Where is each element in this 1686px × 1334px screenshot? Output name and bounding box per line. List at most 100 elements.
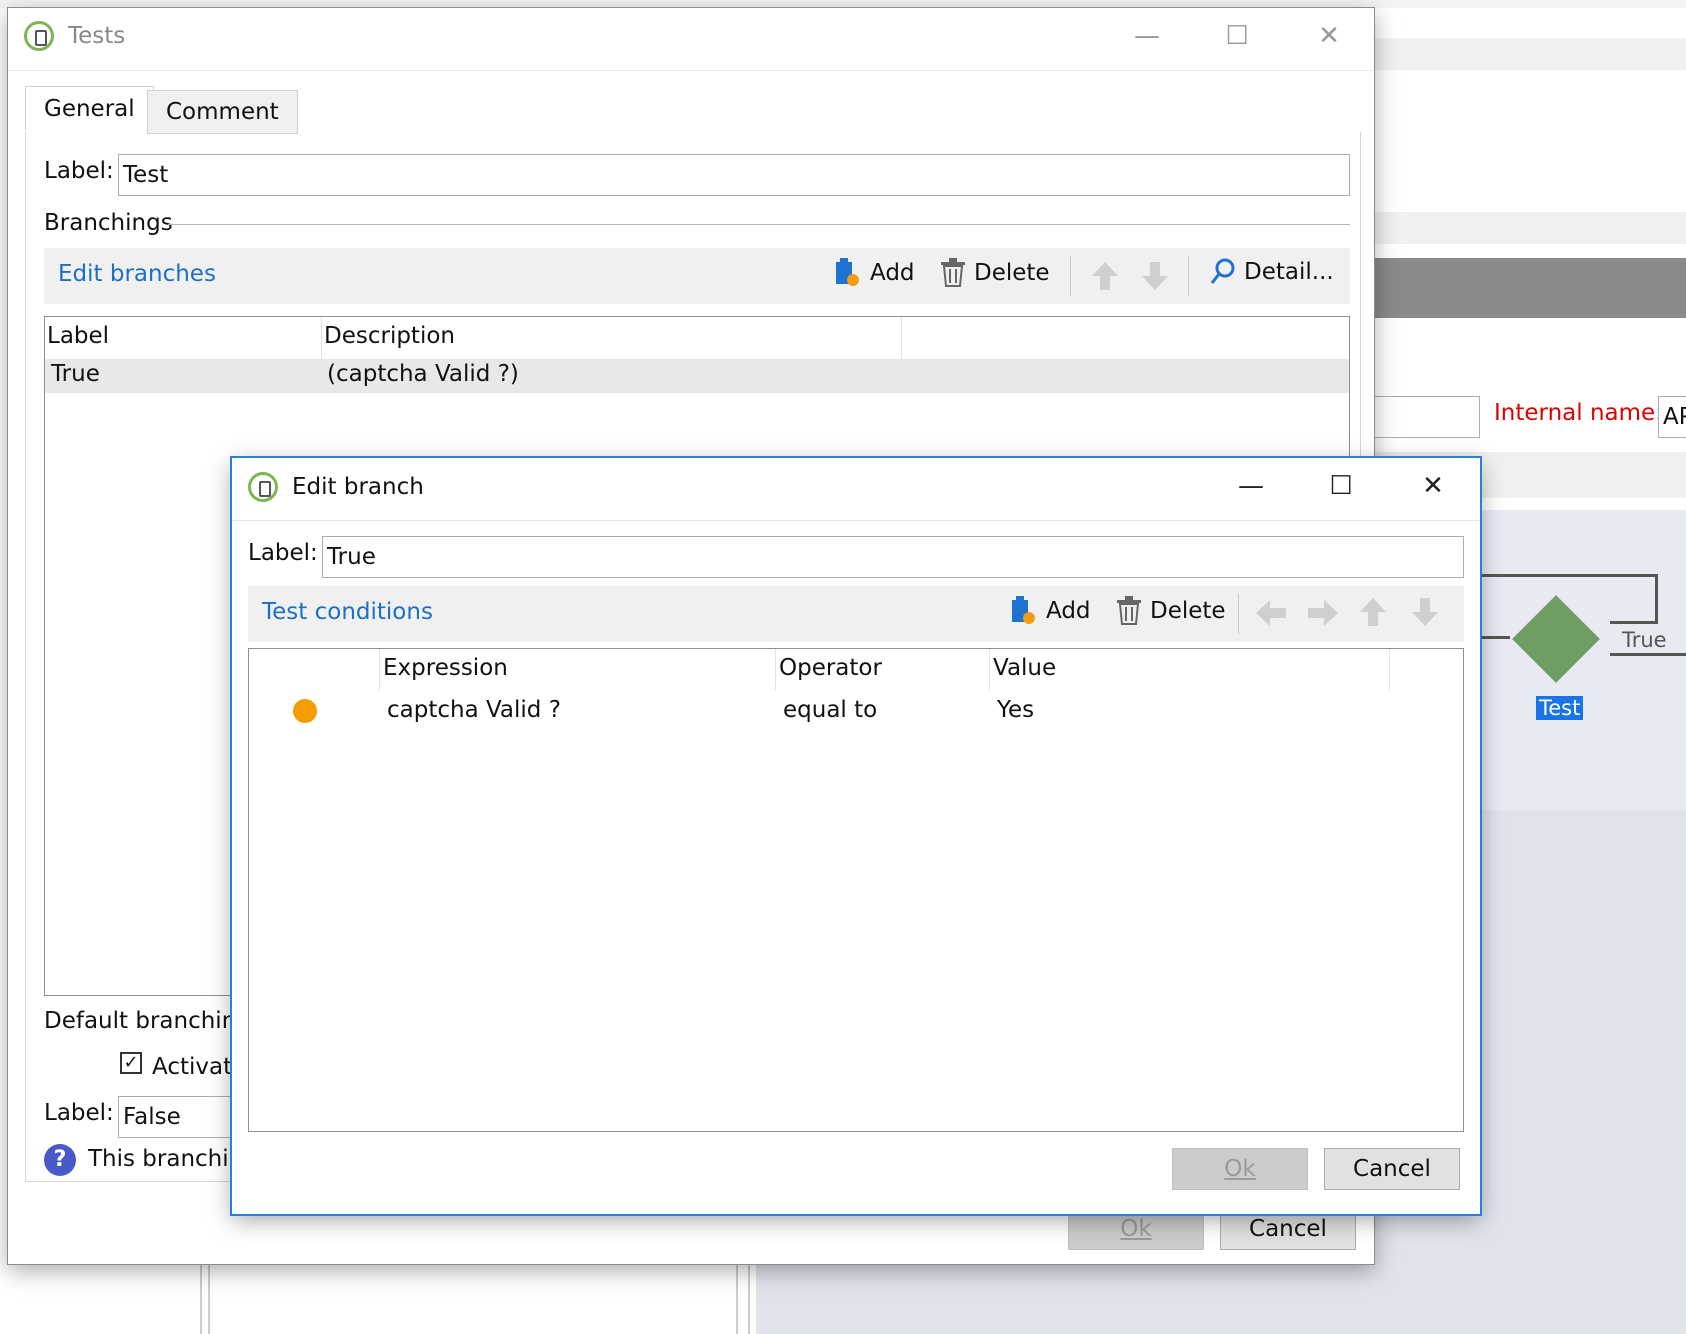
edit-branch-window: Edit branch — ☐ ✕ Label: True Test condi… — [232, 458, 1480, 1214]
tests-ok-button[interactable]: Ok — [1068, 1208, 1204, 1250]
tab-general[interactable]: General — [25, 86, 154, 130]
internal-name-value: AP — [1663, 404, 1686, 430]
move-down-icon[interactable] — [1140, 260, 1170, 292]
branches-toolbar: Edit branches Add Delete Detail... — [44, 248, 1350, 304]
column-header-label[interactable]: Label — [47, 323, 109, 349]
close-icon[interactable]: ✕ — [1398, 464, 1468, 508]
test-node-label[interactable]: Test — [1536, 696, 1584, 720]
connector-line — [1480, 574, 1658, 577]
add-condition-label: Add — [1046, 598, 1091, 624]
edit-branches-link[interactable]: Edit branches — [58, 261, 216, 287]
toolbar-separator — [1238, 594, 1239, 634]
top-strip — [0, 0, 1686, 8]
help-icon: ? — [44, 1144, 76, 1176]
true-branch-label: True — [1622, 628, 1667, 652]
label-input[interactable]: Test — [118, 154, 1350, 196]
panel-divider — [748, 1264, 750, 1334]
maximize-icon[interactable]: ☐ — [1306, 464, 1376, 508]
column-header-operator[interactable]: Operator — [779, 655, 882, 681]
delete-condition-label: Delete — [1150, 598, 1226, 624]
default-label-caption: Label: — [44, 1100, 114, 1126]
table-row[interactable]: True (captcha Valid ?) — [45, 359, 1349, 393]
label-caption: Label: — [44, 158, 114, 184]
delete-branch-button[interactable]: Delete — [940, 258, 1050, 288]
minimize-icon[interactable]: — — [1216, 464, 1286, 508]
connector-line — [1480, 636, 1510, 639]
app-logo-icon — [24, 21, 54, 51]
tests-window-title: Tests — [68, 23, 126, 49]
internal-name-field[interactable]: AP — [1658, 396, 1686, 438]
activate-checkbox[interactable]: ✓ — [120, 1052, 142, 1074]
label-input-value: Test — [123, 162, 169, 188]
tab-comment-label: Comment — [166, 99, 279, 125]
column-divider — [1389, 649, 1390, 691]
name-field[interactable] — [1370, 396, 1480, 438]
tests-ok-label: Ok — [1120, 1216, 1152, 1242]
detail-button[interactable]: Detail... — [1210, 258, 1334, 286]
column-divider — [321, 317, 322, 359]
conditions-table: Expression Operator Value captcha Valid … — [248, 648, 1464, 1132]
app-logo-icon — [248, 472, 278, 502]
edit-branch-cancel-label: Cancel — [1353, 1156, 1431, 1182]
tests-cancel-label: Cancel — [1249, 1216, 1327, 1242]
row-value: Yes — [997, 697, 1035, 723]
add-branch-label: Add — [870, 260, 915, 286]
toolbar-separator — [1070, 256, 1071, 296]
test-conditions-link[interactable]: Test conditions — [262, 599, 433, 625]
connector-line — [1610, 621, 1658, 624]
workflow-canvas-lower — [756, 1264, 1376, 1334]
column-divider — [989, 649, 990, 691]
minimize-icon[interactable]: — — [1112, 14, 1182, 58]
connector-line — [1610, 653, 1686, 656]
toolbar-band — [1370, 258, 1686, 318]
orange-dot-icon — [293, 699, 317, 723]
panel-divider — [208, 1264, 210, 1334]
edit-branch-cancel-button[interactable]: Cancel — [1324, 1148, 1460, 1190]
move-left-icon[interactable] — [1254, 598, 1288, 628]
column-divider — [775, 649, 776, 691]
titlebar-divider — [232, 520, 1480, 521]
tests-cancel-button[interactable]: Cancel — [1220, 1208, 1356, 1250]
move-right-icon[interactable] — [1306, 598, 1340, 628]
default-branching-heading: Default branching — [44, 1008, 251, 1034]
branch-label-caption: Label: — [248, 540, 318, 566]
branchings-rule — [168, 224, 1350, 225]
edit-branch-ok-label: Ok — [1224, 1156, 1256, 1182]
edit-branch-ok-button[interactable]: Ok — [1172, 1148, 1308, 1190]
connector-line — [1655, 574, 1658, 624]
branchings-heading: Branchings — [44, 210, 173, 236]
delete-branch-label: Delete — [974, 260, 1050, 286]
row-label: True — [51, 361, 100, 387]
move-down-icon[interactable] — [1410, 596, 1440, 628]
close-icon[interactable]: ✕ — [1294, 14, 1364, 58]
tab-general-label: General — [44, 95, 135, 122]
column-header-description[interactable]: Description — [324, 323, 455, 349]
add-icon — [1012, 596, 1035, 624]
branch-label-input[interactable]: True — [322, 536, 1464, 578]
move-up-icon[interactable] — [1358, 596, 1388, 628]
maximize-icon[interactable]: ☐ — [1202, 14, 1272, 58]
panel-divider — [200, 1264, 202, 1334]
section-band — [1370, 212, 1686, 244]
magnifier-icon — [1210, 258, 1235, 284]
add-icon — [836, 258, 859, 286]
trash-icon — [941, 258, 965, 287]
column-divider — [901, 317, 902, 359]
add-branch-button[interactable]: Add — [834, 258, 915, 288]
titlebar-divider — [8, 70, 1374, 71]
column-header-expression[interactable]: Expression — [383, 655, 508, 681]
move-up-icon[interactable] — [1090, 260, 1120, 292]
tests-titlebar[interactable]: Tests — ☐ ✕ — [8, 8, 1374, 68]
edit-branch-title: Edit branch — [292, 474, 424, 500]
detail-label: Detail... — [1244, 259, 1334, 285]
edit-branch-titlebar[interactable]: Edit branch — ☐ ✕ — [232, 458, 1480, 516]
column-divider — [379, 649, 380, 691]
header-band — [1370, 38, 1686, 70]
delete-condition-button[interactable]: Delete — [1116, 596, 1226, 626]
trash-icon — [1117, 596, 1141, 625]
column-header-value[interactable]: Value — [993, 655, 1056, 681]
toolbar-separator — [1188, 256, 1189, 296]
tab-comment[interactable]: Comment — [147, 90, 298, 134]
add-condition-button[interactable]: Add — [1010, 596, 1091, 626]
table-row[interactable]: captcha Valid ? equal to Yes — [249, 693, 1463, 729]
